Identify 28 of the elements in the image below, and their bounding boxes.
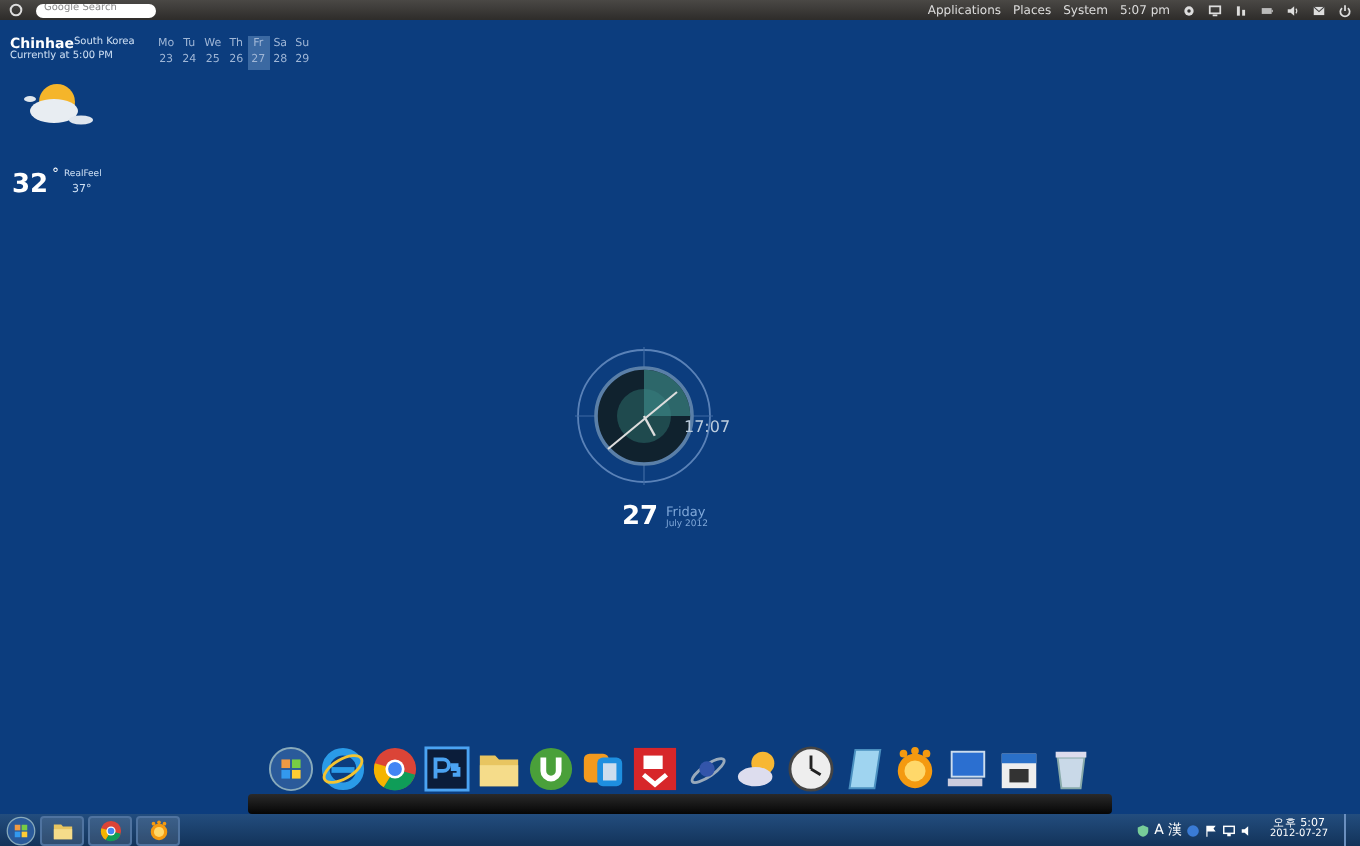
flag-icon[interactable]	[1203, 823, 1218, 837]
power-icon[interactable]	[1338, 3, 1352, 17]
settings-icon[interactable]	[1182, 3, 1196, 17]
taskbar-button[interactable]	[136, 815, 180, 845]
volume-icon[interactable]	[1239, 823, 1254, 837]
browser-icon[interactable]	[320, 746, 366, 792]
clock-day: 27	[622, 504, 659, 530]
digital-time: 17:07	[684, 420, 731, 436]
torrent-icon[interactable]	[528, 746, 574, 792]
chrome-icon[interactable]	[372, 746, 418, 792]
sun-icon	[147, 819, 169, 841]
windows-orb-icon[interactable]	[6, 815, 36, 845]
shield-icon[interactable]	[1136, 823, 1151, 837]
computer-icon[interactable]	[944, 746, 990, 792]
temperature: 32	[12, 168, 49, 204]
monitor-icon[interactable]	[1208, 3, 1222, 17]
taskbar-button[interactable]	[88, 815, 132, 845]
video-icon[interactable]	[632, 746, 678, 792]
mail-icon[interactable]	[1312, 3, 1326, 17]
volume-icon[interactable]	[1286, 3, 1300, 17]
taskbar-button[interactable]	[40, 815, 84, 845]
windows-orb-icon[interactable]	[268, 746, 314, 792]
sun-icon[interactable]	[892, 746, 938, 792]
clock-icon[interactable]	[788, 746, 834, 792]
chrome-icon	[99, 819, 121, 841]
folder-icon	[51, 819, 73, 841]
ubuntu-logo-icon[interactable]	[8, 2, 24, 18]
photoshop-icon[interactable]	[424, 746, 470, 792]
